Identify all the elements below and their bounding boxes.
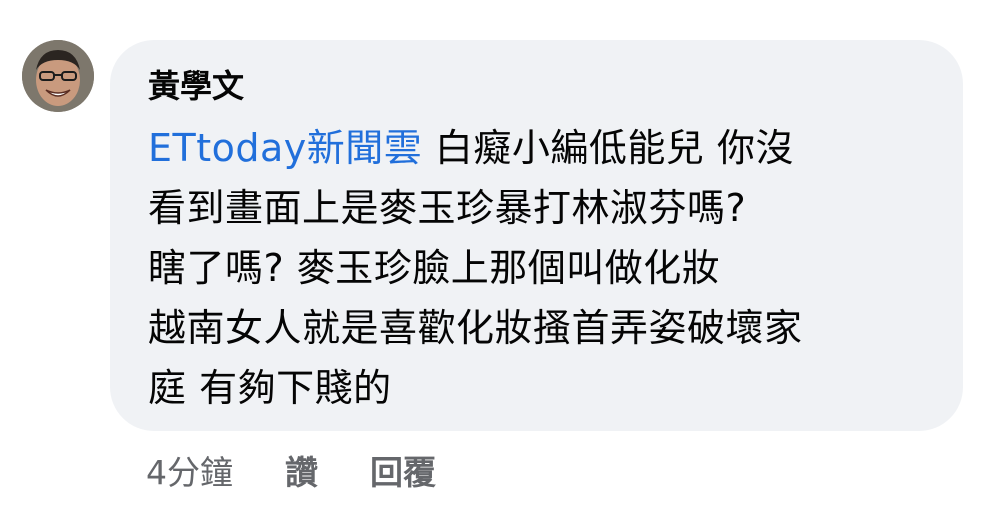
avatar[interactable]: [22, 40, 94, 112]
comment: 黃學文 ETtoday新聞雲 白癡小編低能兒 你沒 看到畫面上是麥玉珍暴打林淑芬…: [0, 0, 981, 524]
mention-link[interactable]: ETtoday新聞雲: [148, 126, 422, 170]
comment-actions: 4分鐘 讚 回覆: [146, 446, 436, 494]
like-button[interactable]: 讚: [285, 446, 318, 494]
reply-button[interactable]: 回覆: [370, 446, 436, 494]
comment-bubble: 黃學文 ETtoday新聞雲 白癡小編低能兒 你沒 看到畫面上是麥玉珍暴打林淑芬…: [110, 40, 963, 431]
comment-author[interactable]: 黃學文: [148, 62, 933, 110]
comment-line-4: 越南女人就是喜歡化妝搔首弄姿破壞家: [148, 306, 803, 350]
comment-line-5: 庭 有夠下賤的: [148, 366, 392, 410]
comment-text: 白癡小編低能兒 你沒: [422, 126, 794, 170]
comment-body: ETtoday新聞雲 白癡小編低能兒 你沒 看到畫面上是麥玉珍暴打林淑芬嗎? 瞎…: [148, 118, 933, 418]
avatar-photo: [22, 40, 94, 112]
comment-line-1: ETtoday新聞雲 白癡小編低能兒 你沒: [148, 118, 933, 178]
comment-line-3: 瞎了嗎? 麥玉珍臉上那個叫做化妝: [148, 246, 721, 290]
comment-timestamp[interactable]: 4分鐘: [146, 446, 233, 494]
comment-line-2: 看到畫面上是麥玉珍暴打林淑芬嗎?: [148, 186, 747, 230]
